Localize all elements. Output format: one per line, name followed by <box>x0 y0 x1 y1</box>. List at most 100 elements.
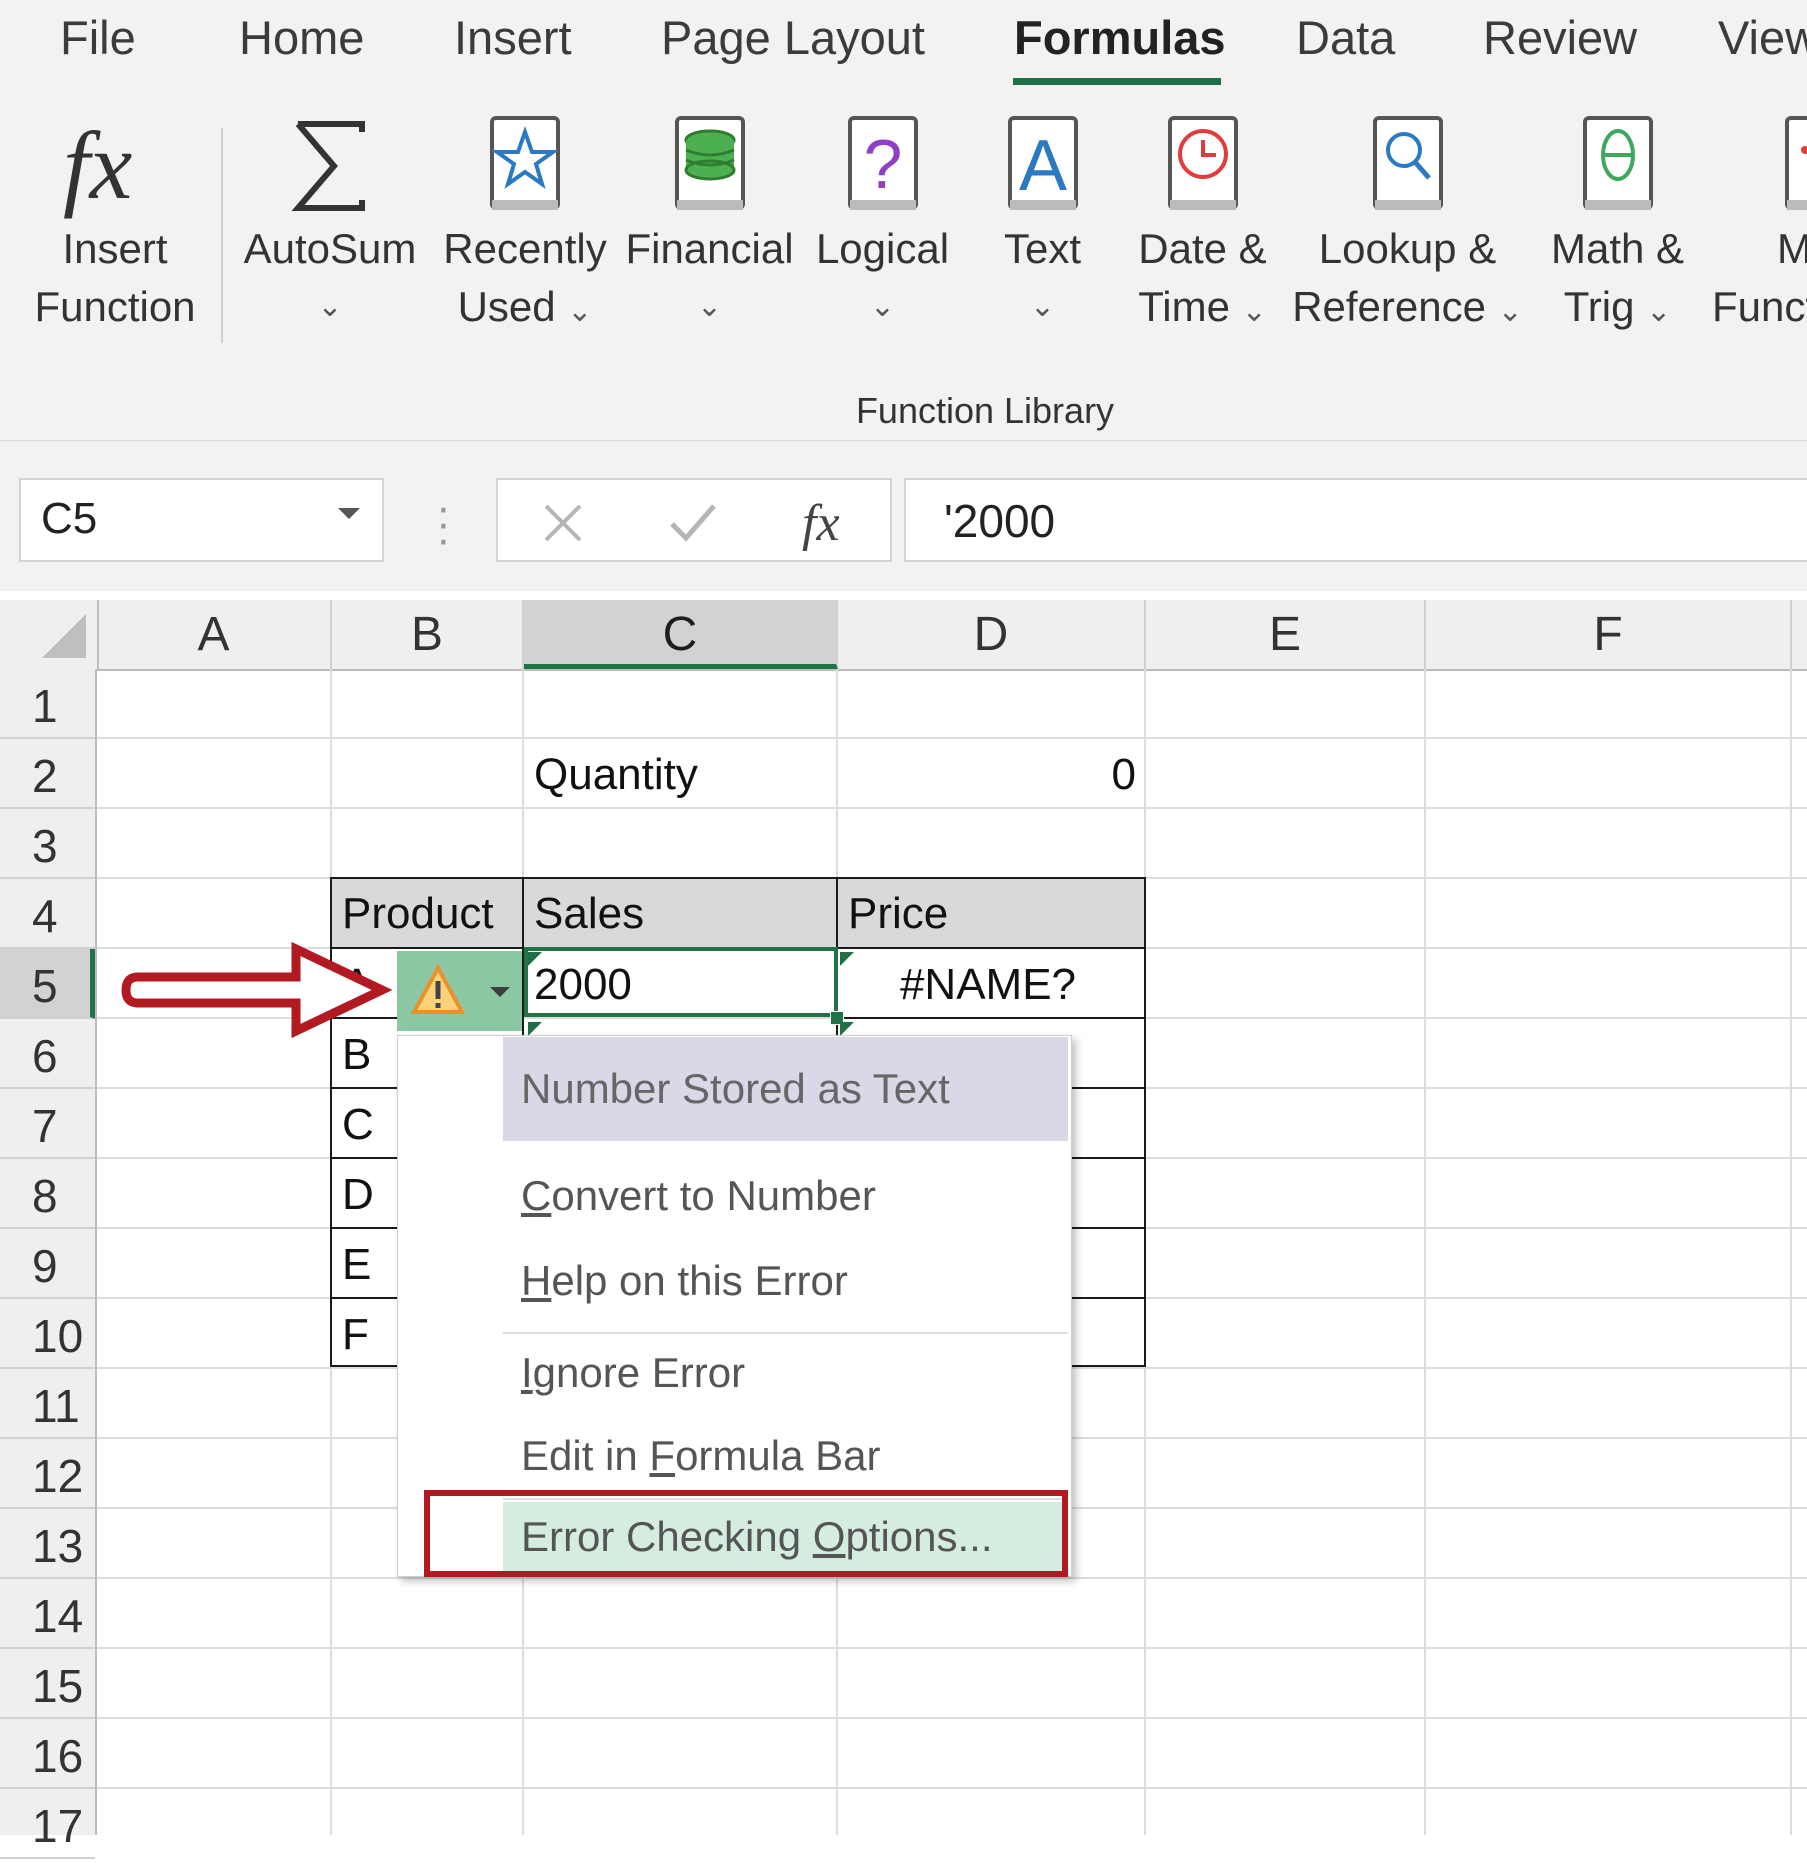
row-header-1[interactable]: 1 <box>0 669 95 739</box>
header-sales[interactable]: Sales <box>522 877 838 949</box>
tab-file[interactable]: File <box>60 10 136 65</box>
lookup-reference-button[interactable]: Lookup & Reference ⌄ <box>1290 110 1525 341</box>
theta-book-icon <box>1582 116 1653 210</box>
svg-text:fx: fx <box>63 112 132 219</box>
menu-item-edit-in-formula-bar[interactable]: Edit in Formula Bar <box>503 1421 1068 1491</box>
row-header-6[interactable]: 6 <box>0 1019 95 1089</box>
formula-value: '2000 <box>944 495 1056 547</box>
row-header-17[interactable]: 17 <box>0 1789 95 1859</box>
cell-c2[interactable]: Quantity <box>534 740 698 810</box>
insert-function-label-2: Function <box>34 283 196 330</box>
menu-item-ignore-error[interactable]: Ignore Error <box>503 1338 1068 1408</box>
row-header-2[interactable]: 2 <box>0 739 95 809</box>
tab-data[interactable]: Data <box>1296 10 1395 65</box>
cell-b7[interactable]: C <box>342 1090 374 1160</box>
cell-d2[interactable]: 0 <box>840 740 1136 810</box>
math-trig-button[interactable]: Math & Trig ⌄ <box>1540 110 1695 341</box>
smart-tag-dropdown-icon[interactable] <box>490 987 510 997</box>
cell-d5[interactable]: #NAME? <box>840 950 1136 1020</box>
math-trig-label-1: Math & <box>1550 225 1685 272</box>
enter-check-icon[interactable] <box>666 498 720 548</box>
date-time-button[interactable]: Date & Time ⌄ <box>1125 110 1280 341</box>
row-header-16[interactable]: 16 <box>0 1719 95 1789</box>
tab-insert[interactable]: Insert <box>454 10 572 65</box>
menu-item-pre: Edit in <box>521 1432 650 1479</box>
row-headers: 1 2 3 4 5 6 7 8 9 10 11 12 13 14 15 16 1… <box>0 669 97 1859</box>
insert-function-button[interactable]: fx Insert Function <box>30 110 200 336</box>
row-header-4[interactable]: 4 <box>0 879 95 949</box>
menu-item-help-on-error[interactable]: Help on this Error <box>503 1246 1068 1316</box>
tab-view[interactable]: View <box>1718 10 1807 65</box>
column-header-a[interactable]: A <box>97 600 332 669</box>
active-cell-border <box>524 947 838 1017</box>
ribbon: File Home Insert Page Layout Formulas Da… <box>0 0 1807 441</box>
select-all-corner[interactable] <box>0 600 99 669</box>
question-book-icon: ? <box>847 116 918 210</box>
more-functions-button[interactable]: M Funct <box>1712 110 1807 336</box>
star-book-icon <box>490 116 560 210</box>
select-all-triangle-icon <box>42 614 86 658</box>
row-header-12[interactable]: 12 <box>0 1439 95 1509</box>
financial-button[interactable]: Financial ⌄ <box>622 110 797 336</box>
svg-text:A: A <box>1018 126 1066 206</box>
math-trig-label-2: Trig <box>1563 283 1635 330</box>
row-header-5[interactable]: 5 <box>0 949 95 1019</box>
accelerator-key: H <box>521 1257 552 1304</box>
drag-handle-icon[interactable]: · · · <box>436 486 451 562</box>
cell-b10[interactable]: F <box>342 1300 369 1370</box>
gridline <box>97 1577 1807 1579</box>
row-header-11[interactable]: 11 <box>0 1369 95 1439</box>
menu-item-convert-to-number[interactable]: Convert to Number <box>503 1161 1068 1231</box>
cell-b9[interactable]: E <box>342 1230 371 1300</box>
insert-function-fx-icon[interactable]: fx <box>798 490 858 552</box>
header-price[interactable]: Price <box>836 877 1146 949</box>
column-header-b[interactable]: B <box>332 600 524 669</box>
recently-used-button[interactable]: Recently Used ⌄ <box>440 110 610 341</box>
chevron-down-icon: ⌄ <box>1241 295 1267 328</box>
menu-separator <box>503 1332 1068 1334</box>
tab-page-layout[interactable]: Page Layout <box>661 10 925 65</box>
fx-icon: fx <box>63 112 132 219</box>
formula-input[interactable]: '2000 <box>904 478 1807 562</box>
accelerator-key: C <box>521 1172 552 1219</box>
cancel-icon[interactable] <box>538 498 588 548</box>
coins-book-icon <box>674 116 745 210</box>
menu-title: Number Stored as Text <box>503 1037 1068 1141</box>
error-indicator-icon <box>840 1022 854 1036</box>
row-header-8[interactable]: 8 <box>0 1159 95 1229</box>
tab-review[interactable]: Review <box>1483 10 1637 65</box>
column-headers: A B C D E F <box>0 600 1807 671</box>
row-header-3[interactable]: 3 <box>0 809 95 879</box>
menu-item-post: ormula Bar <box>675 1432 881 1479</box>
chevron-down-icon: ⌄ <box>1646 295 1672 328</box>
row-header-15[interactable]: 15 <box>0 1649 95 1719</box>
cell-b8[interactable]: D <box>342 1160 374 1230</box>
column-header-e[interactable]: E <box>1146 600 1426 669</box>
text-button[interactable]: A Text ⌄ <box>975 110 1110 336</box>
name-box[interactable]: C5 <box>19 478 384 562</box>
logical-button[interactable]: ? Logical ⌄ <box>805 110 960 336</box>
chevron-down-icon: ⌄ <box>869 290 896 323</box>
gridline <box>97 1647 1807 1649</box>
tab-formulas[interactable]: Formulas <box>1014 10 1226 65</box>
column-header-d[interactable]: D <box>838 600 1146 669</box>
more-functions-label-2: Funct <box>1712 283 1807 330</box>
column-header-c[interactable]: C <box>524 600 838 669</box>
formula-buttons: fx <box>496 478 892 562</box>
column-header-f[interactable]: F <box>1426 600 1792 669</box>
tab-home[interactable]: Home <box>239 10 364 65</box>
dropdown-arrow-icon[interactable] <box>338 508 360 519</box>
row-header-7[interactable]: 7 <box>0 1089 95 1159</box>
autosum-button[interactable]: AutoSum ⌄ <box>240 110 420 336</box>
row-header-10[interactable]: 10 <box>0 1299 95 1369</box>
row-header-9[interactable]: 9 <box>0 1229 95 1299</box>
accelerator-key: F <box>649 1432 676 1479</box>
text-book-icon: A <box>1007 116 1078 210</box>
row-header-13[interactable]: 13 <box>0 1509 95 1579</box>
row-header-14[interactable]: 14 <box>0 1579 95 1649</box>
chevron-down-icon: ⌄ <box>317 290 343 323</box>
accelerator-key: I <box>521 1349 533 1396</box>
logical-label: Logical <box>815 225 950 272</box>
name-box-value: C5 <box>41 494 98 543</box>
gridline <box>97 1717 1807 1719</box>
